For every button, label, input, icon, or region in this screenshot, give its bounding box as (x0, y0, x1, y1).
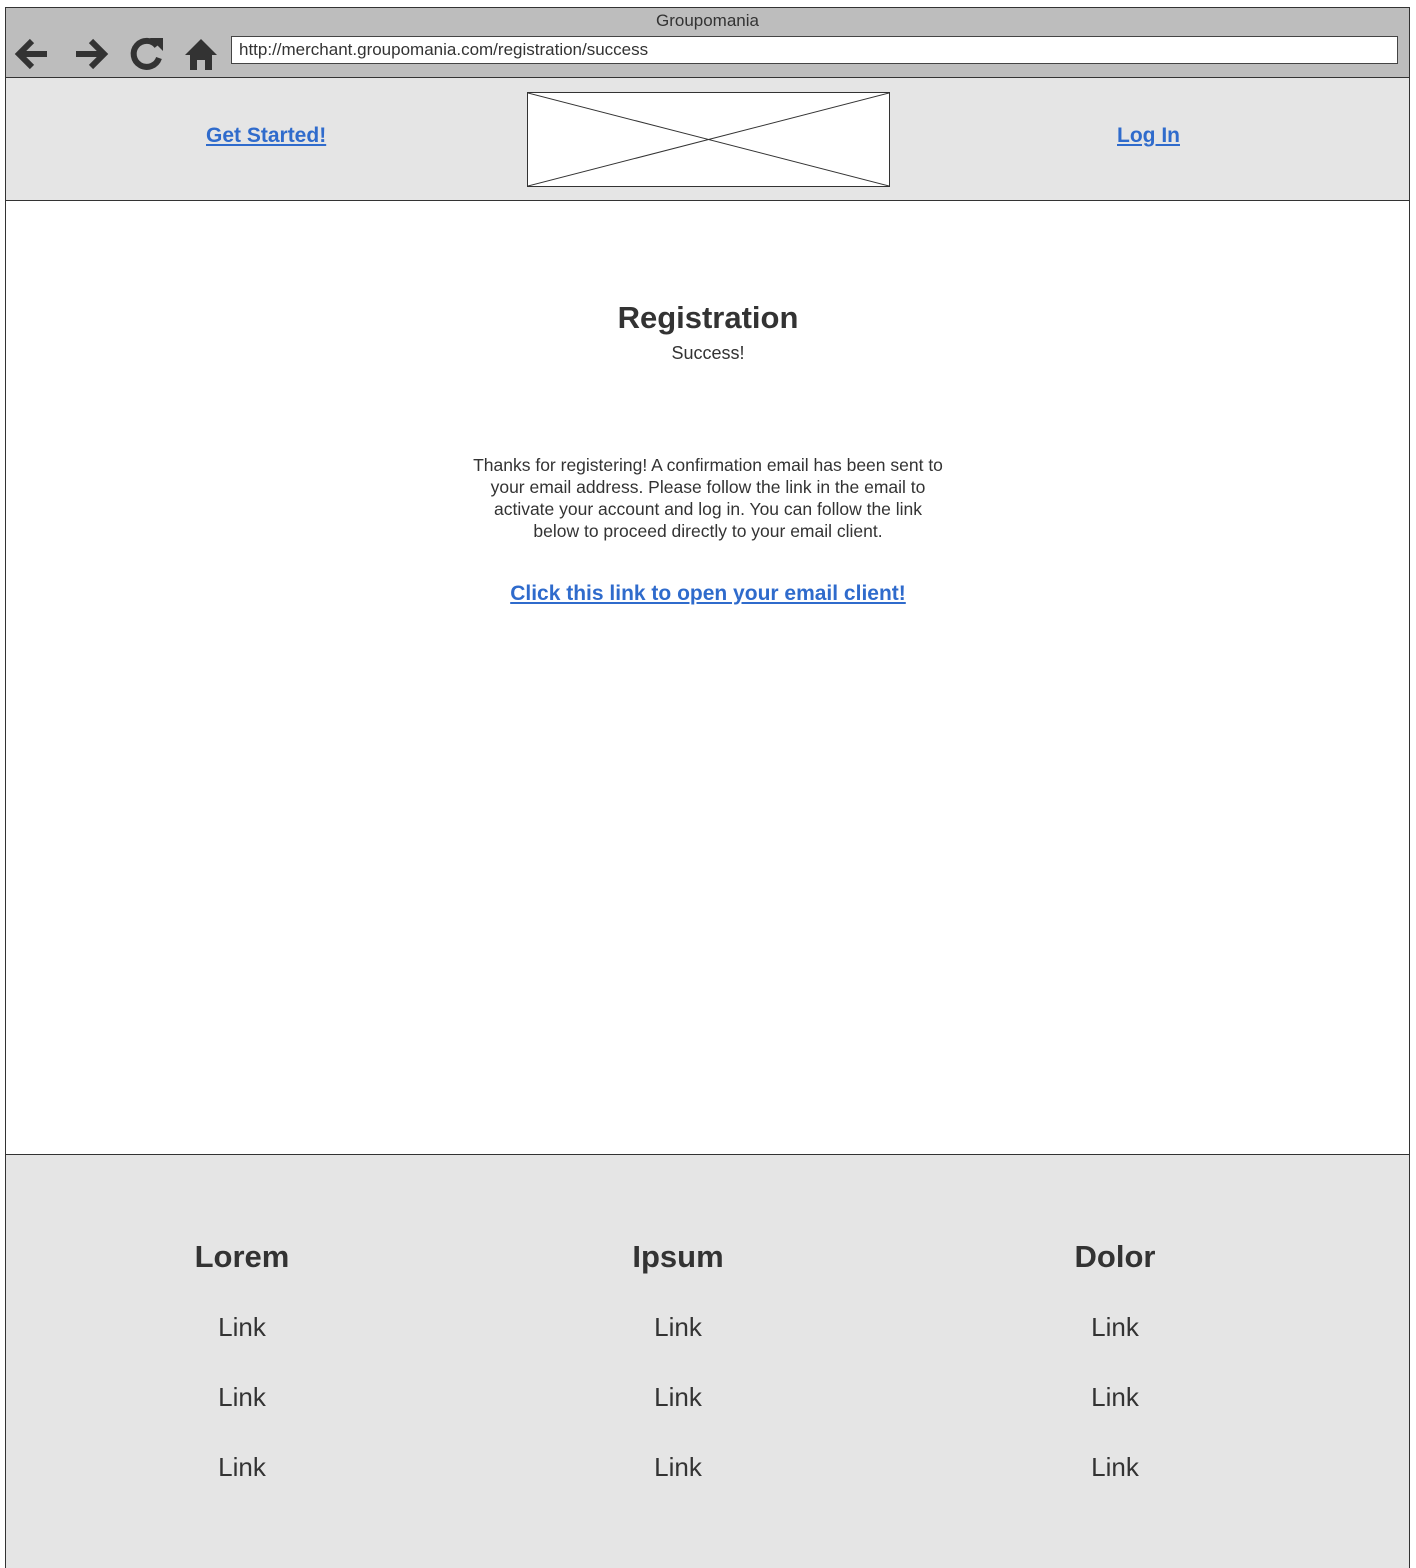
browser-toolbar: Groupomania http://merchant.groupomania.… (5, 7, 1410, 78)
address-bar[interactable]: http://merchant.groupomania.com/registra… (231, 36, 1398, 64)
footer-link[interactable]: Link (92, 1382, 392, 1413)
log-in-link[interactable]: Log In (1117, 124, 1180, 148)
page-subtitle: Success! (671, 343, 745, 363)
footer-heading: Ipsum (632, 1239, 724, 1274)
back-arrow-icon[interactable] (12, 34, 52, 74)
open-email-client-link[interactable]: Click this link to open your email clien… (0, 582, 1416, 606)
confirmation-message: Thanks for registering! A confirmation e… (473, 455, 943, 541)
footer-link[interactable]: Link (528, 1312, 828, 1343)
footer-link[interactable]: Link (528, 1452, 828, 1483)
footer-link[interactable]: Link (92, 1452, 392, 1483)
footer-link[interactable]: Link (528, 1382, 828, 1413)
logo-placeholder (527, 92, 890, 187)
reload-icon[interactable] (126, 34, 166, 74)
get-started-link[interactable]: Get Started! (206, 124, 326, 148)
footer-heading: Lorem (194, 1239, 290, 1274)
home-icon[interactable] (181, 34, 221, 74)
page-title: Registration (617, 300, 799, 335)
footer-heading: Dolor (1074, 1239, 1156, 1274)
site-header: Get Started! Log In (5, 77, 1410, 201)
footer-link[interactable]: Link (965, 1452, 1265, 1483)
footer-link[interactable]: Link (965, 1382, 1265, 1413)
forward-arrow-icon[interactable] (71, 34, 111, 74)
window-title: Groupomania (655, 11, 759, 30)
footer: Lorem Link Link Link Ipsum Link Link Lin… (5, 1154, 1410, 1568)
footer-link[interactable]: Link (92, 1312, 392, 1343)
footer-link[interactable]: Link (965, 1312, 1265, 1343)
